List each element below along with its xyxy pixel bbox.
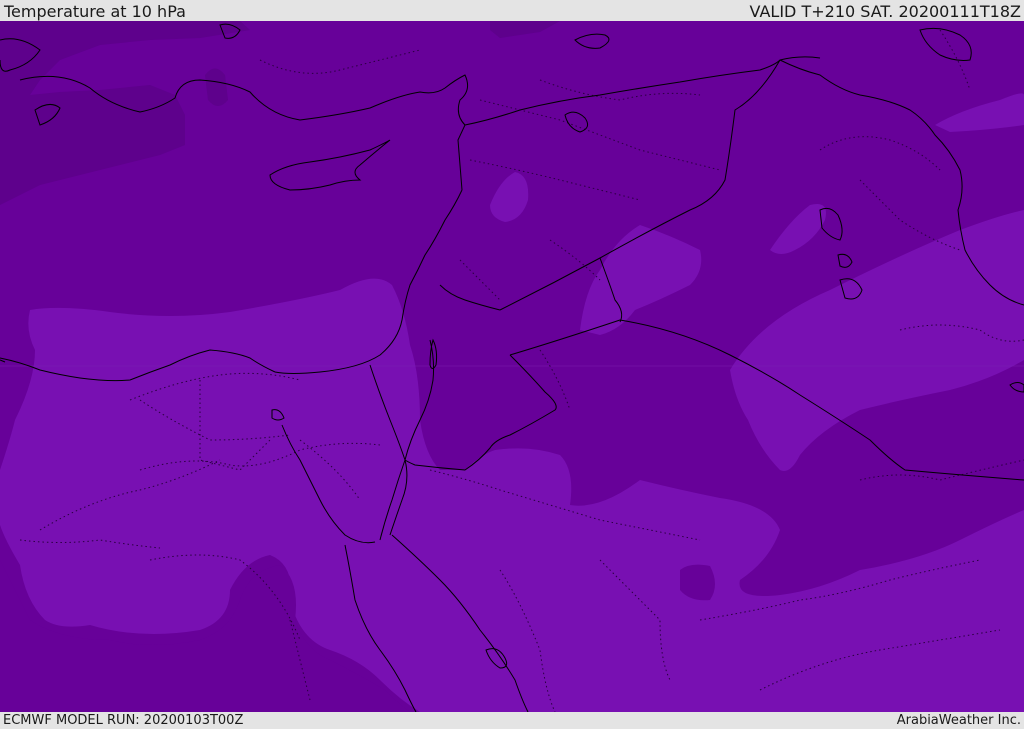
header-bar: Temperature at 10 hPa VALID T+210 SAT. 2… [0, 0, 1024, 21]
temperature-field-map[interactable] [0, 21, 1024, 712]
footer-bar: ECMWF MODEL RUN: 20200103T00Z ArabiaWeat… [0, 712, 1024, 729]
model-run-label: ECMWF MODEL RUN: 20200103T00Z [3, 713, 244, 728]
map-panel[interactable] [0, 21, 1024, 712]
map-title: Temperature at 10 hPa [4, 2, 186, 21]
credit-label: ArabiaWeather Inc. [896, 713, 1021, 728]
valid-time-label: VALID T+210 SAT. 20200111T18Z [749, 2, 1021, 21]
